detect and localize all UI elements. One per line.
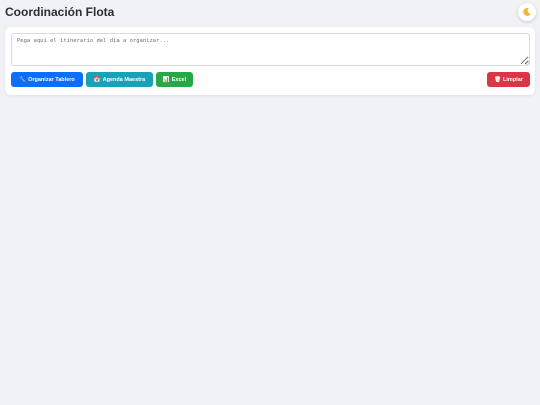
- master-agenda-button[interactable]: 📅 Agenda Maestra: [86, 72, 153, 87]
- calendar-icon: 📅: [93, 76, 101, 83]
- clear-button[interactable]: 🗑 Limpiar: [487, 72, 530, 87]
- clear-label: Limpiar: [503, 76, 523, 83]
- resize-grip-icon[interactable]: [524, 60, 529, 65]
- moon-icon: [522, 7, 532, 17]
- spreadsheet-icon: 📊: [162, 76, 170, 83]
- app-header: Coordinación Flota: [0, 0, 540, 26]
- input-card: 🔧 Organizar Tablero 📅 Agenda Maestra 📊 E…: [5, 27, 535, 95]
- page-title: Coordinación Flota: [5, 5, 115, 19]
- trash-icon: 🗑: [494, 76, 502, 83]
- master-agenda-label: Agenda Maestra: [102, 76, 146, 83]
- organize-board-button[interactable]: 🔧 Organizar Tablero: [11, 72, 83, 87]
- organize-board-label: Organizar Tablero: [28, 76, 75, 83]
- theme-toggle-button[interactable]: [518, 3, 536, 21]
- excel-label: Excel: [171, 76, 187, 83]
- wrench-icon: 🔧: [19, 76, 27, 83]
- itinerary-input[interactable]: [11, 33, 530, 66]
- excel-button[interactable]: 📊 Excel: [156, 72, 193, 87]
